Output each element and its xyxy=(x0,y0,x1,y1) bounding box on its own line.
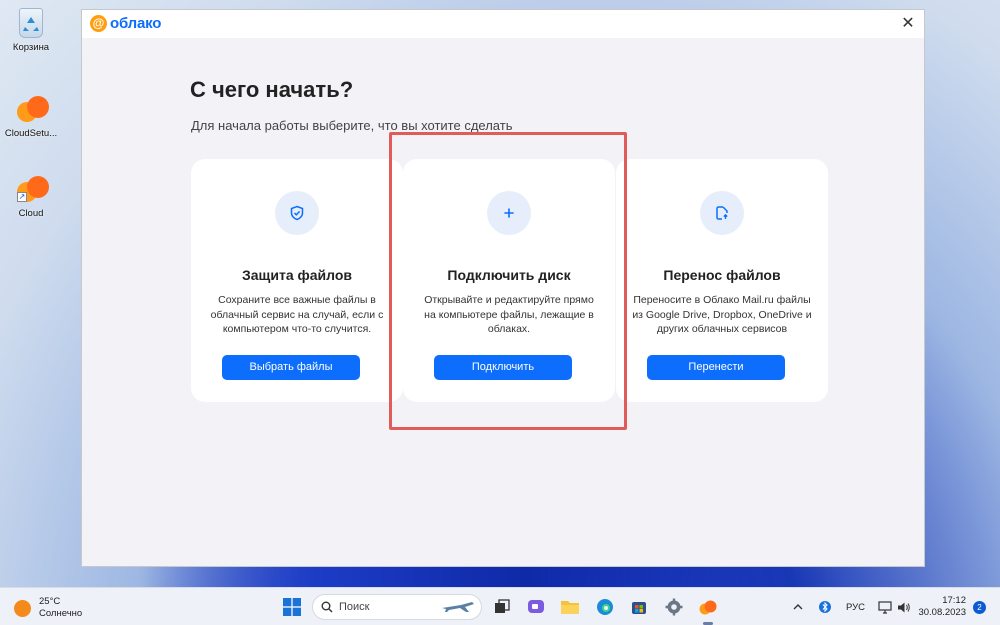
edge-browser-button[interactable] xyxy=(595,597,615,617)
gear-icon xyxy=(665,598,683,616)
desktop-icon-recycle-bin[interactable]: Корзина xyxy=(4,8,58,53)
card-icon-circle xyxy=(700,191,744,235)
taskbar-search[interactable]: Поиск xyxy=(312,594,482,620)
weather-temperature: 25°C xyxy=(39,596,61,607)
recycle-bin-icon xyxy=(19,8,43,38)
chat-icon xyxy=(528,600,544,613)
card-title: Перенос файлов xyxy=(663,267,781,283)
clock-date: 30.08.2023 xyxy=(918,607,966,618)
search-icon xyxy=(321,601,333,613)
airplane-icon xyxy=(442,602,474,612)
speaker-icon xyxy=(898,602,910,612)
chevron-up-icon xyxy=(793,604,803,610)
volume-tray-button[interactable] xyxy=(894,597,914,617)
shield-icon xyxy=(290,205,304,221)
title-bar: @ облако ✕ xyxy=(82,10,924,38)
file-transfer-icon xyxy=(716,206,728,220)
sun-icon xyxy=(14,599,31,617)
store-icon xyxy=(632,602,646,614)
logo-at-icon: @ xyxy=(90,15,107,32)
close-button[interactable]: ✕ xyxy=(898,14,918,34)
desktop-icon-cloud[interactable]: ↗ Cloud xyxy=(4,172,58,219)
transfer-button[interactable]: Перенести xyxy=(647,355,785,380)
folder-icon xyxy=(561,600,579,614)
weather-description: Солнечно xyxy=(39,608,83,619)
card-title: Подключить диск xyxy=(447,267,571,283)
windows-icon xyxy=(283,598,301,616)
taskbar: 25°C Солнечно Поиск РУС 17:12 30.08.2023… xyxy=(0,587,1000,625)
select-files-button[interactable]: Выбрать файлы xyxy=(222,355,360,380)
page-subtitle: Для начала работы выберите, что вы хотит… xyxy=(191,118,513,133)
logo-text: облако xyxy=(110,15,162,32)
connect-button[interactable]: Подключить xyxy=(434,355,572,380)
edge-icon xyxy=(597,599,613,615)
start-button[interactable] xyxy=(282,597,302,617)
show-hidden-icons-button[interactable] xyxy=(788,597,808,617)
network-tray-button[interactable] xyxy=(875,597,895,617)
search-placeholder: Поиск xyxy=(339,601,370,613)
card-title: Защита файлов xyxy=(241,267,353,283)
cloud-app-taskbar-button[interactable] xyxy=(698,597,718,617)
task-view-icon xyxy=(495,599,510,613)
card-icon-circle xyxy=(487,191,531,235)
card-file-protection: Защита файлов Сохраните все важные файлы… xyxy=(191,159,403,402)
desktop-icon-cloudsetup[interactable]: CloudSetu... xyxy=(4,92,58,139)
card-connect-disk: Подключить диск Открывайте и редактируйт… xyxy=(403,159,615,402)
plus-icon xyxy=(504,208,514,218)
settings-button[interactable] xyxy=(664,597,684,617)
card-description: Сохраните все важные файлы в облачный се… xyxy=(210,294,384,335)
weather-widget[interactable]: 25°C Солнечно xyxy=(14,596,82,620)
system-clock[interactable]: 17:12 30.08.2023 xyxy=(918,595,966,619)
shortcut-arrow-icon: ↗ xyxy=(17,192,27,202)
cloud-app-icon xyxy=(699,600,717,615)
file-explorer-button[interactable] xyxy=(560,597,580,617)
store-button[interactable] xyxy=(629,597,649,617)
card-description: Переносите в Облако Mail.ru файлы из Goo… xyxy=(632,294,812,335)
app-logo: @ облако xyxy=(90,15,161,32)
desktop-icon-label: Cloud xyxy=(18,208,44,219)
cloud-app-icon: ↗ xyxy=(15,172,49,204)
cloud-setup-window: @ облако ✕ С чего начать? Для начала раб… xyxy=(81,9,925,567)
desktop-icon-label: Корзина xyxy=(12,42,50,53)
bluetooth-tray-button[interactable] xyxy=(815,597,835,617)
monitor-network-icon xyxy=(878,600,892,614)
language-indicator[interactable]: РУС xyxy=(846,602,865,613)
task-view-button[interactable] xyxy=(492,597,512,617)
bluetooth-icon xyxy=(819,601,831,613)
desktop-icon-label: CloudSetu... xyxy=(4,128,58,139)
notification-badge[interactable]: 2 xyxy=(973,601,986,614)
cloud-app-icon xyxy=(15,92,49,124)
teams-chat-button[interactable] xyxy=(526,597,546,617)
card-file-transfer: Перенос файлов Переносите в Облако Mail.… xyxy=(616,159,828,402)
page-title: С чего начать? xyxy=(190,77,354,102)
card-description: Открывайте и редактируйте прямо на компь… xyxy=(424,294,594,335)
clock-time: 17:12 xyxy=(942,595,966,606)
card-icon-circle xyxy=(275,191,319,235)
